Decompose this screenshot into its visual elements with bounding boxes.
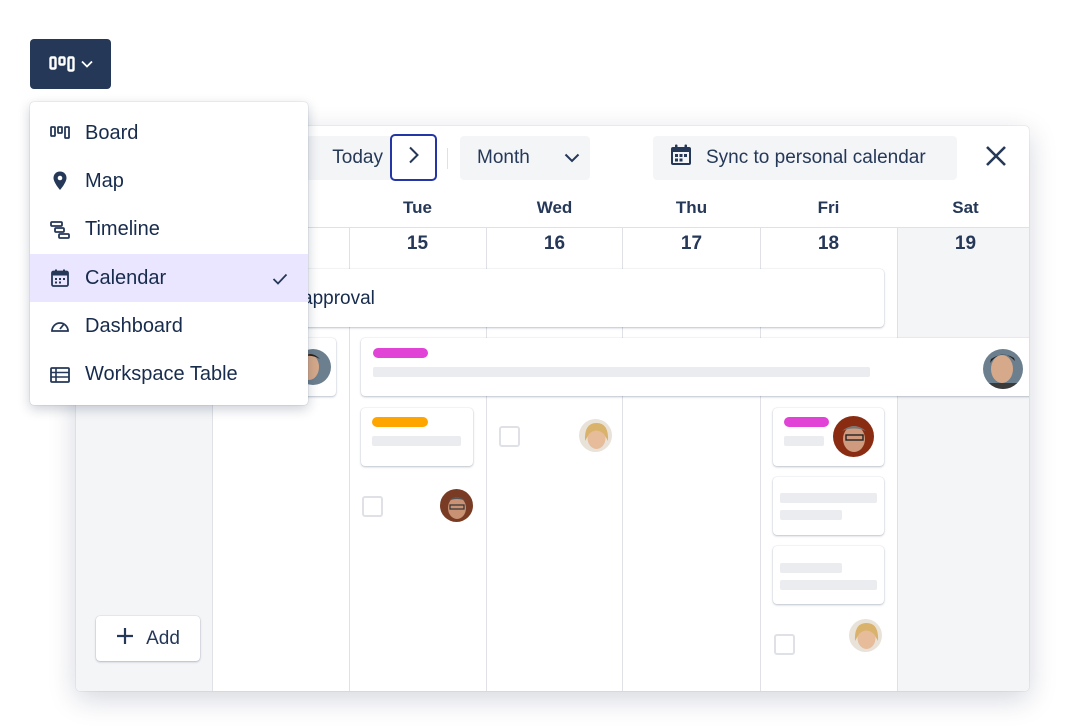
date-16: 16 (543, 233, 566, 254)
day-header-tue: Tue (403, 198, 432, 217)
avatar (982, 348, 1024, 390)
avatar (439, 488, 474, 523)
map-pin-icon (49, 170, 71, 192)
menu-item-label: Dashboard (85, 314, 183, 337)
menu-item-label: Calendar (85, 266, 167, 289)
add-button[interactable]: Add (96, 616, 200, 661)
magenta-tag (373, 348, 428, 358)
today-button[interactable]: Today (306, 136, 396, 180)
add-label: Add (146, 627, 180, 649)
task-card[interactable] (773, 546, 884, 604)
avatar (578, 418, 613, 453)
avatar (848, 618, 883, 653)
menu-item-calendar[interactable]: Calendar (30, 253, 308, 303)
task-placeholder-text (780, 580, 877, 590)
timeline-icon (49, 219, 71, 241)
view-menu: Board Map Timeline Calendar Dashboard Wo… (30, 102, 308, 405)
board-icon (49, 122, 71, 144)
menu-item-label: Board (85, 121, 139, 144)
menu-item-label: Map (85, 169, 124, 192)
menu-item-dashboard[interactable]: Dashboard (30, 302, 308, 350)
month-view-select[interactable]: Month (460, 136, 590, 180)
menu-item-label: Workspace Table (85, 363, 238, 386)
calendar-icon (49, 267, 71, 289)
sync-label: Sync to personal calendar (706, 147, 926, 168)
avatar (832, 415, 875, 458)
column-divider (897, 227, 898, 691)
magenta-tag (784, 417, 829, 427)
event-title: approval (302, 288, 375, 309)
sync-calendar-button[interactable]: Sync to personal calendar (653, 136, 957, 180)
next-period-button[interactable] (390, 134, 437, 181)
day-header-sat: Sat (952, 198, 979, 217)
task-checkbox[interactable] (774, 634, 795, 655)
event-placeholder-text (373, 367, 870, 377)
orange-tag (372, 417, 428, 427)
menu-item-map[interactable]: Map (30, 157, 308, 205)
close-icon (985, 145, 1007, 172)
task-placeholder-text (780, 493, 877, 503)
task-placeholder-text (780, 510, 842, 520)
today-label: Today (332, 147, 383, 168)
menu-item-workspace-table[interactable]: Workspace Table (30, 350, 308, 398)
day-header-fri: Fri (817, 198, 840, 217)
check-icon (272, 268, 288, 291)
month-label: Month (477, 147, 530, 168)
task-placeholder-text (780, 563, 842, 573)
chevron-right-icon (408, 146, 420, 169)
date-17: 17 (680, 233, 703, 254)
date-15: 15 (406, 233, 429, 254)
task-card[interactable] (773, 477, 884, 535)
date-18: 18 (817, 233, 840, 254)
menu-item-board[interactable]: Board (30, 109, 308, 157)
menu-item-label: Timeline (85, 218, 160, 241)
calendar-icon (670, 144, 692, 172)
chevron-down-icon (564, 147, 580, 169)
task-placeholder-text (372, 436, 461, 446)
dashboard-icon (49, 315, 71, 337)
date-19: 19 (954, 233, 977, 254)
board-icon (48, 56, 75, 72)
table-icon (49, 364, 71, 386)
task-checkbox[interactable] (362, 496, 383, 517)
task-checkbox[interactable] (499, 426, 520, 447)
menu-item-timeline[interactable]: Timeline (30, 206, 308, 254)
chevron-down-icon (80, 60, 93, 68)
plus-icon (116, 627, 134, 651)
view-switcher-button[interactable] (30, 39, 111, 89)
day-header-thu: Thu (675, 198, 708, 217)
task-placeholder-text (784, 436, 824, 446)
close-button[interactable] (978, 140, 1014, 176)
toolbar-divider (447, 148, 448, 169)
sat-column-bg (897, 227, 1029, 691)
day-header-wed: Wed (536, 198, 573, 217)
